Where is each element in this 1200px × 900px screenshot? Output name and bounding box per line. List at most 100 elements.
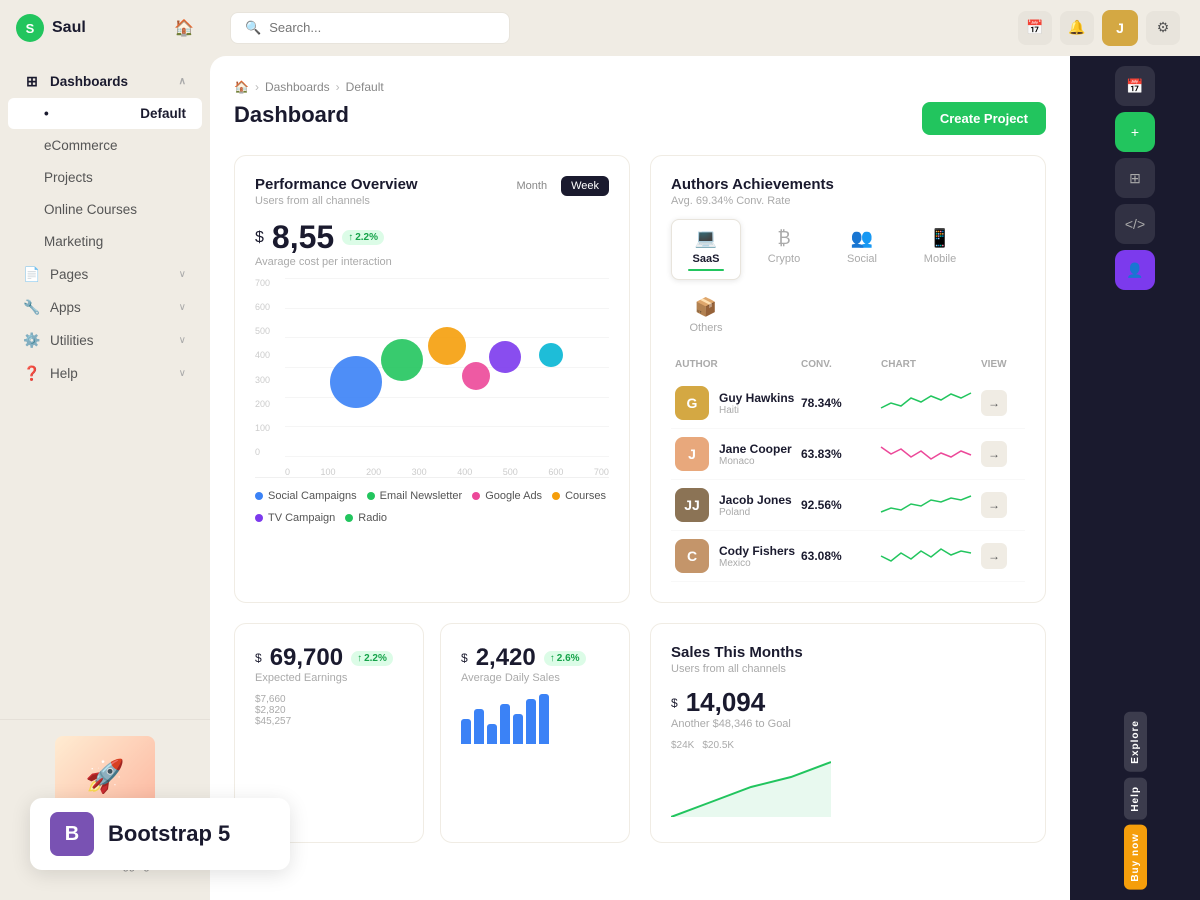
y-axis: 700 600 500 400 300 200 100 0 bbox=[255, 278, 285, 457]
author-row-cody: C Cody Fishers Mexico 63.08% bbox=[671, 531, 1025, 582]
period-week-btn[interactable]: Week bbox=[561, 176, 609, 196]
content-body: 🏠 › Dashboards › Default Dashboard Creat… bbox=[210, 56, 1200, 900]
period-month-btn[interactable]: Month bbox=[507, 176, 558, 196]
sidebar-toggle-icon[interactable]: 🏠 bbox=[174, 18, 194, 38]
sales-metric: $ 14,094 bbox=[671, 687, 1025, 718]
sidebar-item-pages[interactable]: 📄 Pages ∨ bbox=[8, 258, 202, 290]
breadcrumb-dashboards[interactable]: Dashboards bbox=[265, 80, 330, 94]
bubble-tv bbox=[462, 362, 490, 390]
sales-card: Sales This Months Users from all channel… bbox=[650, 623, 1046, 843]
tab-crypto[interactable]: ₿ Crypto bbox=[749, 219, 819, 280]
settings-icon-btn[interactable]: ⚙ bbox=[1146, 11, 1180, 45]
help-chevron: ∨ bbox=[179, 368, 186, 379]
legend-radio: Radio bbox=[345, 512, 387, 524]
performance-card: Performance Overview Users from all chan… bbox=[234, 155, 630, 603]
sidebar: S Saul 🏠 ⊞ Dashboards ∧ Default eCommerc… bbox=[0, 0, 210, 900]
create-project-button[interactable]: Create Project bbox=[922, 102, 1046, 135]
legend-social-campaigns: Social Campaigns bbox=[255, 490, 357, 502]
pages-icon: 📄 bbox=[24, 266, 40, 282]
content-main: 🏠 › Dashboards › Default Dashboard Creat… bbox=[210, 56, 1070, 900]
bootstrap-icon: B bbox=[50, 812, 94, 856]
legend-tv-campaign: TV Campaign bbox=[255, 512, 335, 524]
earnings-label: Expected Earnings bbox=[255, 672, 403, 684]
right-panel-code-btn[interactable]: </> bbox=[1115, 204, 1155, 244]
bottom-stats: $ 69,700 2.2% Expected Earnings $7,660 $… bbox=[234, 623, 630, 843]
performance-metric-label: Avarage cost per interaction bbox=[255, 256, 609, 268]
sidebar-item-projects[interactable]: Projects bbox=[8, 162, 202, 193]
bootstrap-label: Bootstrap 5 bbox=[108, 821, 230, 847]
legend-google-ads: Google Ads bbox=[472, 490, 542, 502]
apps-icon: 🔧 bbox=[24, 299, 40, 315]
app-name: Saul bbox=[52, 19, 86, 37]
performance-title: Performance Overview bbox=[255, 176, 418, 193]
help-label[interactable]: Help bbox=[1124, 778, 1147, 820]
right-panel-user-btn[interactable]: 👤 bbox=[1115, 250, 1155, 290]
sidebar-item-ecommerce[interactable]: eCommerce bbox=[8, 130, 202, 161]
bubbles-area bbox=[285, 278, 609, 457]
daily-sales-label: Average Daily Sales bbox=[461, 672, 609, 684]
dashboard-grid: Performance Overview Users from all chan… bbox=[234, 155, 1046, 843]
buy-now-label[interactable]: Buy now bbox=[1124, 825, 1147, 890]
chart-guy bbox=[881, 388, 981, 418]
topbar-right: 📅 🔔 J ⚙ bbox=[1018, 10, 1180, 46]
sidebar-nav: ⊞ Dashboards ∧ Default eCommerce Project… bbox=[0, 56, 210, 719]
tab-others[interactable]: 📦 Others bbox=[671, 288, 741, 343]
view-btn-cody[interactable]: → bbox=[981, 543, 1007, 569]
search-input[interactable] bbox=[269, 20, 495, 35]
bubble-chart: 700 600 500 400 300 200 100 0 bbox=[255, 278, 609, 478]
chart-jane bbox=[881, 439, 981, 469]
user-avatar[interactable]: J bbox=[1102, 10, 1138, 46]
tab-mobile[interactable]: 📱 Mobile bbox=[905, 219, 975, 280]
breadcrumb-home-icon: 🏠 bbox=[234, 80, 249, 94]
notifications-icon-btn[interactable]: 🔔 bbox=[1060, 11, 1094, 45]
sales-subtitle: Users from all channels bbox=[671, 663, 1025, 675]
calendar-icon-btn[interactable]: 📅 bbox=[1018, 11, 1052, 45]
right-panel-calendar-btn[interactable]: 📅 bbox=[1115, 66, 1155, 106]
right-panel-grid-btn[interactable]: ⊞ bbox=[1115, 158, 1155, 198]
search-box[interactable]: 🔍 bbox=[230, 12, 510, 44]
chart-legend: Social Campaigns Email Newsletter Google… bbox=[255, 490, 609, 524]
pages-chevron: ∨ bbox=[179, 269, 186, 280]
right-panel: 📅 + ⊞ </> 👤 Explore Help Buy now bbox=[1070, 56, 1200, 900]
daily-sales-metric: $ 2,420 2.6% bbox=[461, 644, 609, 672]
period-toggle: Month Week bbox=[507, 176, 610, 196]
performance-metric: $ 8,55 2.2% bbox=[255, 219, 609, 256]
earnings-metric: $ 69,700 2.2% bbox=[255, 644, 403, 672]
page-title: Dashboard bbox=[234, 102, 349, 128]
legend-courses: Courses bbox=[552, 490, 606, 502]
bubble-courses bbox=[489, 341, 521, 373]
dashboards-icon: ⊞ bbox=[24, 73, 40, 89]
tab-saas[interactable]: 💻 SaaS bbox=[671, 219, 741, 280]
sidebar-item-dashboards[interactable]: ⊞ Dashboards ∧ bbox=[8, 65, 202, 97]
help-icon: ❓ bbox=[24, 365, 40, 381]
view-btn-jane[interactable]: → bbox=[981, 441, 1007, 467]
sidebar-item-online-courses[interactable]: Online Courses bbox=[8, 194, 202, 225]
sales-chart bbox=[671, 757, 831, 817]
sidebar-item-marketing[interactable]: Marketing bbox=[8, 226, 202, 257]
sidebar-header: S Saul 🏠 bbox=[0, 0, 210, 56]
topbar: 🔍 📅 🔔 J ⚙ bbox=[210, 0, 1200, 56]
apps-chevron: ∨ bbox=[179, 302, 186, 313]
bubble-social bbox=[330, 356, 382, 408]
sales-goal-label: Another $48,346 to Goal bbox=[671, 718, 1025, 730]
sidebar-item-apps[interactable]: 🔧 Apps ∨ bbox=[8, 291, 202, 323]
tab-social[interactable]: 👥 Social bbox=[827, 219, 897, 280]
sidebar-item-default[interactable]: Default bbox=[8, 98, 202, 129]
authors-subtitle: Avg. 69.34% Conv. Rate bbox=[671, 195, 1025, 207]
right-panel-add-btn[interactable]: + bbox=[1115, 112, 1155, 152]
author-avatar-guy: G bbox=[675, 386, 709, 420]
x-axis: 0 100 200 300 400 500 600 700 bbox=[285, 467, 609, 477]
explore-label[interactable]: Explore bbox=[1124, 712, 1147, 772]
chart-cody bbox=[881, 541, 981, 571]
utilities-icon: ⚙️ bbox=[24, 332, 40, 348]
authors-tabs: 💻 SaaS ₿ Crypto 👥 Social bbox=[671, 219, 1025, 343]
authors-card: Authors Achievements Avg. 69.34% Conv. R… bbox=[650, 155, 1046, 603]
earnings-badge: 2.2% bbox=[351, 651, 393, 666]
sidebar-logo: S Saul bbox=[16, 14, 86, 42]
view-btn-guy[interactable]: → bbox=[981, 390, 1007, 416]
sidebar-item-utilities[interactable]: ⚙️ Utilities ∨ bbox=[8, 324, 202, 356]
sidebar-item-help[interactable]: ❓ Help ∨ bbox=[8, 357, 202, 389]
daily-sales-badge: 2.6% bbox=[544, 651, 586, 666]
bootstrap-overlay: B Bootstrap 5 bbox=[30, 798, 290, 870]
view-btn-jacob[interactable]: → bbox=[981, 492, 1007, 518]
